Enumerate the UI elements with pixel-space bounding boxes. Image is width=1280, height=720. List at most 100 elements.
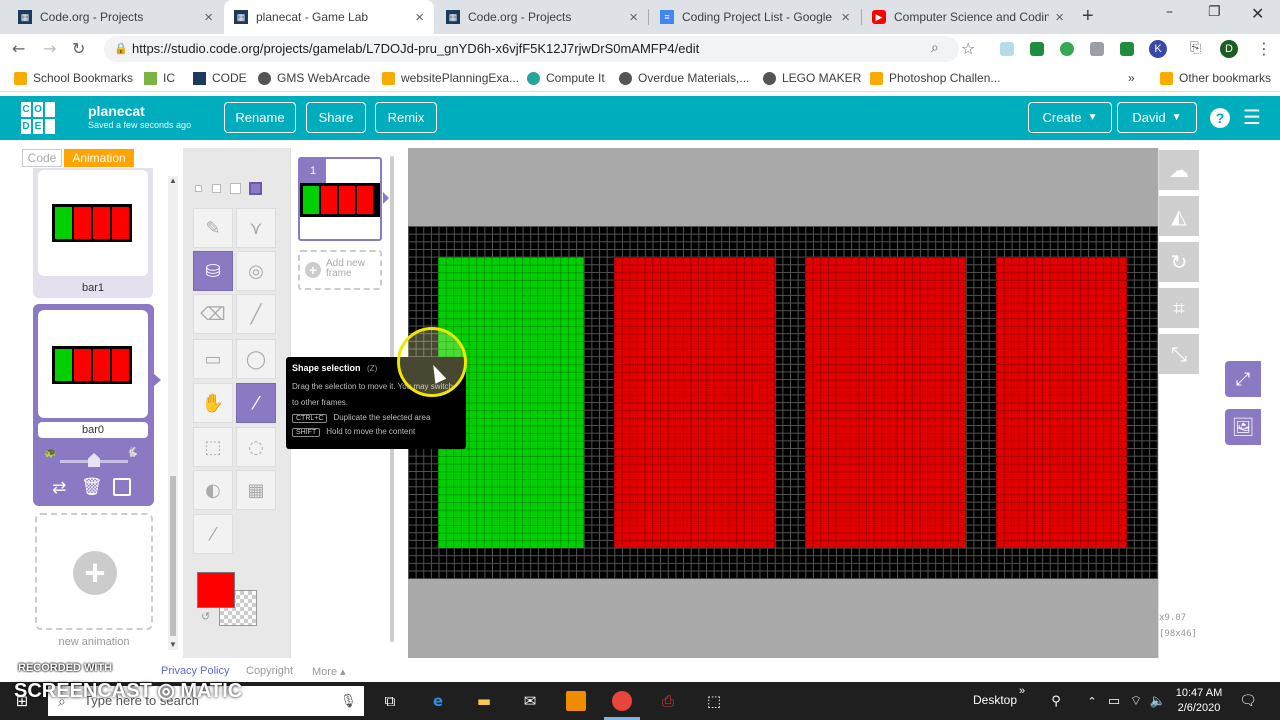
extension-icon[interactable] — [1090, 42, 1104, 56]
flip-horizontal-icon[interactable]: ◭ — [1159, 196, 1199, 236]
extension-icon[interactable] — [1000, 42, 1014, 56]
bookmark-folder[interactable]: School Bookmarks — [14, 71, 133, 85]
bookmark-link[interactable]: Compute It — [527, 71, 605, 85]
tray-expand-icon[interactable]: ⌃ — [1082, 691, 1102, 711]
new-tab-button[interactable]: + — [1082, 5, 1094, 28]
bookmark-link[interactable]: GMS WebArcade — [258, 71, 370, 85]
bookmark-link[interactable]: websitePlanningExa... — [382, 71, 519, 85]
snipping-tool-icon[interactable]: ⬚ — [704, 691, 724, 711]
paint-bucket-tool-icon[interactable]: ⛁ — [193, 251, 233, 291]
extension-k-icon[interactable]: K — [1149, 40, 1167, 58]
profile-avatar[interactable]: D — [1220, 40, 1238, 58]
animation-thumbnail[interactable] — [38, 310, 148, 418]
image-import-icon[interactable]: 🖼 — [1225, 409, 1261, 445]
cast-icon[interactable]: ⎘ — [1190, 40, 1201, 56]
rename-button[interactable]: Rename — [224, 102, 296, 133]
address-bar[interactable]: 🔒 https://studio.code.org/projects/gamel… — [104, 36, 959, 62]
battery-icon[interactable]: ▭ — [1104, 691, 1124, 711]
task-view-icon[interactable]: ⧉ — [380, 691, 400, 711]
new-animation-button[interactable]: + — [35, 513, 153, 630]
extension-icon[interactable] — [1120, 42, 1134, 56]
file-explorer-icon[interactable]: ▬ — [474, 691, 494, 711]
crop-icon[interactable]: ⌗ — [1159, 288, 1199, 328]
scrollbar[interactable]: ▲ ▼ — [168, 176, 178, 650]
swap-colors-icon[interactable]: ↺ — [201, 610, 210, 623]
minimize-icon[interactable]: – — [1166, 4, 1173, 20]
scroll-down-icon[interactable]: ▼ — [169, 640, 177, 649]
eraser-tool-icon[interactable]: ⌫ — [193, 294, 233, 334]
bookmark-link[interactable]: Overdue Materials,... — [619, 71, 749, 85]
clock[interactable]: 10:47 AM 2/6/2020 — [1174, 686, 1224, 716]
back-arrow-icon[interactable]: ← — [12, 39, 25, 58]
browser-tab-active[interactable]: ▦ planecat - Game Lab × — [224, 0, 434, 34]
dithering-tool-icon[interactable]: ▦ — [236, 470, 276, 510]
people-icon[interactable]: ⚲ — [1046, 691, 1066, 711]
maximize-icon[interactable]: ❐ — [1208, 4, 1221, 20]
tab-code[interactable]: Code — [22, 149, 62, 167]
volume-icon[interactable]: 🔈 — [1148, 691, 1168, 711]
onion-skin-icon[interactable]: ☁ — [1159, 150, 1199, 190]
copyright-link[interactable]: Copyright — [246, 665, 293, 677]
pixel-canvas[interactable] — [408, 226, 1158, 579]
browser-tab[interactable]: ▦ Code.org - Projects × — [8, 0, 223, 34]
loop-icon[interactable]: ⇄ — [52, 478, 66, 498]
duplicate-icon[interactable] — [113, 478, 131, 496]
desktop-toolbar-label[interactable]: Desktop — [973, 693, 1017, 707]
store-icon[interactable] — [566, 691, 586, 711]
notifications-icon[interactable]: 🗨 — [1238, 691, 1258, 711]
close-tab-icon[interactable]: × — [204, 9, 213, 26]
close-tab-icon[interactable]: × — [1055, 9, 1064, 26]
close-tab-icon[interactable]: × — [415, 9, 424, 26]
expand-icon[interactable]: ⤢ — [1225, 361, 1261, 397]
pencil-tool-icon[interactable]: ✎ — [193, 208, 233, 248]
move-hand-tool-icon[interactable]: ✋ — [193, 383, 233, 423]
bookmark-star-icon[interactable]: ☆ — [961, 39, 975, 58]
pdf-reader-icon[interactable]: ⎙ — [658, 691, 678, 711]
delete-trash-icon[interactable]: 🗑 — [81, 477, 103, 497]
animation-thumbnail[interactable] — [38, 170, 148, 276]
edge-browser-icon[interactable]: e — [428, 691, 448, 711]
close-tab-icon[interactable]: × — [841, 9, 850, 26]
share-button[interactable]: Share — [306, 102, 366, 133]
bookmark-folder[interactable]: Other bookmarks — [1160, 71, 1271, 85]
more-bookmarks-icon[interactable]: » — [1128, 71, 1135, 85]
bookmark-link[interactable]: IC — [144, 71, 175, 85]
extension-icon[interactable] — [1030, 42, 1044, 56]
toolbar-expand-icon[interactable]: » — [1019, 685, 1025, 697]
browser-tab[interactable]: ▦ Code.org - Projects × — [436, 0, 648, 34]
global-fill-tool-icon[interactable]: ◎ — [236, 251, 276, 291]
brush-size-4-selected[interactable] — [249, 182, 262, 195]
network-icon[interactable]: ⌔ — [1126, 691, 1146, 711]
remix-button[interactable]: Remix — [375, 102, 437, 133]
extension-icon[interactable] — [1060, 42, 1074, 56]
primary-color-swatch[interactable] — [197, 572, 235, 608]
brush-size-2[interactable] — [212, 184, 221, 193]
brush-size-1[interactable] — [195, 185, 202, 192]
add-new-frame-button[interactable]: + Add new frame — [298, 250, 382, 290]
bookmark-link[interactable]: CODE — [193, 71, 247, 85]
mail-icon[interactable]: ✉ — [520, 691, 540, 711]
scrollbar-thumb[interactable] — [170, 476, 176, 636]
tab-animation[interactable]: Animation — [64, 149, 134, 167]
browser-menu-icon[interactable]: ⋮ — [1256, 39, 1272, 58]
eyedropper-tool-icon[interactable]: ⁄ — [193, 514, 233, 554]
animation-name-input[interactable]: bar0 — [38, 422, 148, 438]
rectangle-tool-icon[interactable]: ▭ — [193, 339, 233, 379]
code-org-logo[interactable]: C O D E — [21, 102, 55, 134]
bookmark-link[interactable]: LEGO MAKER — [763, 71, 861, 85]
bookmark-link[interactable]: Photoshop Challen... — [870, 71, 1000, 85]
shape-selection-tool-icon[interactable]: ◌ — [236, 427, 276, 467]
close-tab-icon[interactable]: × — [629, 9, 638, 26]
reload-icon[interactable]: ↻ — [72, 39, 85, 58]
ellipse-tool-icon[interactable]: ◯ — [236, 339, 276, 379]
browser-tab[interactable]: ▶ Computer Science and Coding × — [862, 0, 1074, 34]
rotate-icon[interactable]: ↻ — [1159, 242, 1199, 282]
microphone-icon[interactable]: 🎙 — [340, 686, 357, 716]
create-menu-button[interactable]: Create ▼ — [1028, 102, 1112, 133]
resize-icon[interactable]: ⤡ — [1159, 334, 1199, 374]
zoom-search-icon[interactable]: ⌕ — [931, 40, 939, 56]
brush-size-3[interactable] — [230, 183, 241, 194]
rectangle-selection-tool-icon[interactable]: ⬚ — [193, 427, 233, 467]
user-menu-button[interactable]: David ▼ — [1117, 102, 1197, 133]
hamburger-menu-icon[interactable]: ☰ — [1243, 105, 1261, 129]
